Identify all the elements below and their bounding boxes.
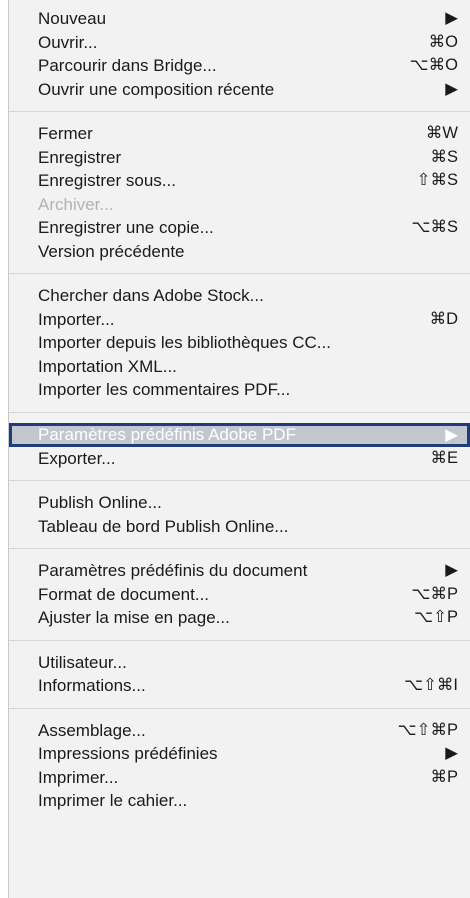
- file-menu: Nouveau ▶ Ouvrir... ⌘O Parcourir dans Br…: [8, 0, 470, 898]
- menu-item-label: Paramètres prédéfinis Adobe PDF: [38, 424, 296, 444]
- menu-group-export: Paramètres prédéfinis Adobe PDF ▶ Export…: [9, 422, 470, 471]
- menu-item-shortcut: ⌘P: [430, 767, 458, 786]
- menu-item-exporter[interactable]: Exporter... ⌘E: [9, 447, 470, 471]
- menu-item-parcourir-bridge[interactable]: Parcourir dans Bridge... ⌥⌘O: [9, 54, 470, 78]
- menu-item-shortcut: ⌘O: [428, 32, 458, 51]
- menu-item-label: Assemblage...: [38, 720, 146, 740]
- menu-item-importer-cc[interactable]: Importer depuis les bibliothèques CC...: [9, 331, 470, 355]
- menu-item-enregistrer-copie[interactable]: Enregistrer une copie... ⌥⌘S: [9, 216, 470, 240]
- menu-item-label: Ajuster la mise en page...: [38, 608, 230, 627]
- menu-group-save: Fermer ⌘W Enregistrer ⌘S Enregistrer sou…: [9, 122, 470, 263]
- menu-item-shortcut: ⌘W: [425, 124, 458, 142]
- menu-item-label: Ouvrir...: [38, 32, 98, 52]
- menu-item-label: Chercher dans Adobe Stock...: [38, 286, 264, 305]
- menu-separator: [9, 639, 470, 641]
- menu-item-label: Archiver...: [38, 194, 114, 214]
- menu-item-archiver: Archiver...: [9, 193, 470, 217]
- menu-item-shortcut: ⌥⌘O: [409, 56, 458, 74]
- menu-item-shortcut: ⌥⇧⌘P: [397, 720, 458, 739]
- menu-group-open: Nouveau ▶ Ouvrir... ⌘O Parcourir dans Br…: [9, 7, 470, 101]
- menu-item-version-precedente[interactable]: Version précédente: [9, 240, 470, 264]
- menu-item-enregistrer-sous[interactable]: Enregistrer sous... ⇧⌘S: [9, 169, 470, 193]
- menu-item-importer-pdf-comments[interactable]: Importer les commentaires PDF...: [9, 378, 470, 402]
- menu-item-importer[interactable]: Importer... ⌘D: [9, 308, 470, 332]
- menu-item-label: Fermer: [38, 124, 93, 143]
- menu-separator: [9, 111, 470, 112]
- menu-item-shortcut: ⌥⇧P: [414, 608, 458, 626]
- menu-item-label: Paramètres prédéfinis du document: [38, 561, 308, 580]
- menu-item-label: Nouveau: [38, 9, 107, 28]
- menu-item-shortcut: ⇧⌘S: [416, 171, 458, 189]
- menu-item-label: Publish Online...: [38, 493, 162, 512]
- menu-item-document-presets[interactable]: Paramètres prédéfinis du document ▶: [9, 559, 470, 583]
- menu-item-label: Importation XML...: [38, 356, 177, 376]
- menu-item-utilisateur[interactable]: Utilisateur...: [9, 651, 470, 675]
- menu-item-enregistrer[interactable]: Enregistrer ⌘S: [9, 146, 470, 170]
- menu-item-adobe-stock[interactable]: Chercher dans Adobe Stock...: [9, 284, 470, 308]
- menu-separator: [9, 480, 470, 481]
- menu-item-assemblage[interactable]: Assemblage... ⌥⇧⌘P: [9, 719, 470, 743]
- menu-group-import: Chercher dans Adobe Stock... Importer...…: [9, 284, 470, 402]
- menu-item-label: Format de document...: [38, 584, 210, 604]
- menu-item-ouvrir-recente[interactable]: Ouvrir une composition récente ▶: [9, 78, 470, 102]
- menu-item-label: Parcourir dans Bridge...: [38, 56, 217, 75]
- menu-item-shortcut: ⌘D: [429, 309, 458, 328]
- menu-item-label: Ouvrir une composition récente: [38, 79, 275, 99]
- menu-group-publish: Publish Online... Tableau de bord Publis…: [9, 491, 470, 538]
- menu-item-label: Enregistrer une copie...: [38, 218, 214, 237]
- menu-item-label: Imprimer...: [38, 767, 119, 787]
- menu-item-nouveau[interactable]: Nouveau ▶: [9, 7, 470, 31]
- menu-item-ouvrir[interactable]: Ouvrir... ⌘O: [9, 31, 470, 55]
- menu-item-imprimer-cahier[interactable]: Imprimer le cahier...: [9, 789, 470, 813]
- menu-item-label: Version précédente: [38, 241, 185, 261]
- menu-group-user: Utilisateur... Informations... ⌥⇧⌘I: [9, 651, 470, 698]
- menu-item-shortcut: ⌘E: [430, 448, 458, 467]
- menu-item-label: Impressions prédéfinies: [38, 744, 218, 763]
- menu-item-label: Tableau de bord Publish Online...: [38, 516, 289, 536]
- menu-item-label: Imprimer le cahier...: [38, 791, 188, 810]
- menu-item-label: Importer les commentaires PDF...: [38, 380, 291, 399]
- menu-item-imprimer[interactable]: Imprimer... ⌘P: [9, 766, 470, 790]
- submenu-arrow-icon: ▶: [445, 9, 458, 27]
- submenu-arrow-icon: ▶: [445, 744, 458, 762]
- menu-item-ajuster-mise-en-page[interactable]: Ajuster la mise en page... ⌥⇧P: [9, 606, 470, 630]
- submenu-arrow-icon: ▶: [445, 79, 458, 98]
- menu-item-publish-dashboard[interactable]: Tableau de bord Publish Online...: [9, 515, 470, 539]
- submenu-arrow-icon: ▶: [445, 425, 458, 444]
- menu-separator: [9, 548, 470, 549]
- menu-item-shortcut: ⌥⇧⌘I: [404, 676, 458, 694]
- menu-item-label: Importer depuis les bibliothèques CC...: [38, 333, 331, 352]
- menu-item-adobe-pdf-presets[interactable]: Paramètres prédéfinis Adobe PDF ▶: [9, 422, 470, 447]
- menu-item-shortcut: ⌘S: [430, 147, 458, 166]
- menu-item-label: Informations...: [38, 676, 146, 695]
- menu-item-fermer[interactable]: Fermer ⌘W: [9, 122, 470, 146]
- menu-separator: [9, 273, 470, 274]
- menu-group-print: Assemblage... ⌥⇧⌘P Impressions prédéfini…: [9, 719, 470, 813]
- menu-item-label: Importer...: [38, 309, 115, 329]
- menu-item-importation-xml[interactable]: Importation XML...: [9, 355, 470, 379]
- menu-item-publish-online[interactable]: Publish Online...: [9, 491, 470, 515]
- menu-item-format-document[interactable]: Format de document... ⌥⌘P: [9, 583, 470, 607]
- menu-item-label: Utilisateur...: [38, 652, 127, 672]
- menu-separator: [9, 411, 470, 413]
- menu-item-informations[interactable]: Informations... ⌥⇧⌘I: [9, 674, 470, 698]
- menu-item-label: Enregistrer: [38, 147, 122, 167]
- menu-item-shortcut: ⌥⌘P: [411, 584, 458, 603]
- menu-separator: [9, 707, 470, 709]
- menu-item-label: Exporter...: [38, 448, 116, 468]
- menu-group-document: Paramètres prédéfinis du document ▶ Form…: [9, 559, 470, 630]
- submenu-arrow-icon: ▶: [445, 561, 458, 579]
- menu-item-label: Enregistrer sous...: [38, 171, 176, 190]
- menu-item-impressions-predefinies[interactable]: Impressions prédéfinies ▶: [9, 742, 470, 766]
- menu-item-shortcut: ⌥⌘S: [411, 218, 458, 236]
